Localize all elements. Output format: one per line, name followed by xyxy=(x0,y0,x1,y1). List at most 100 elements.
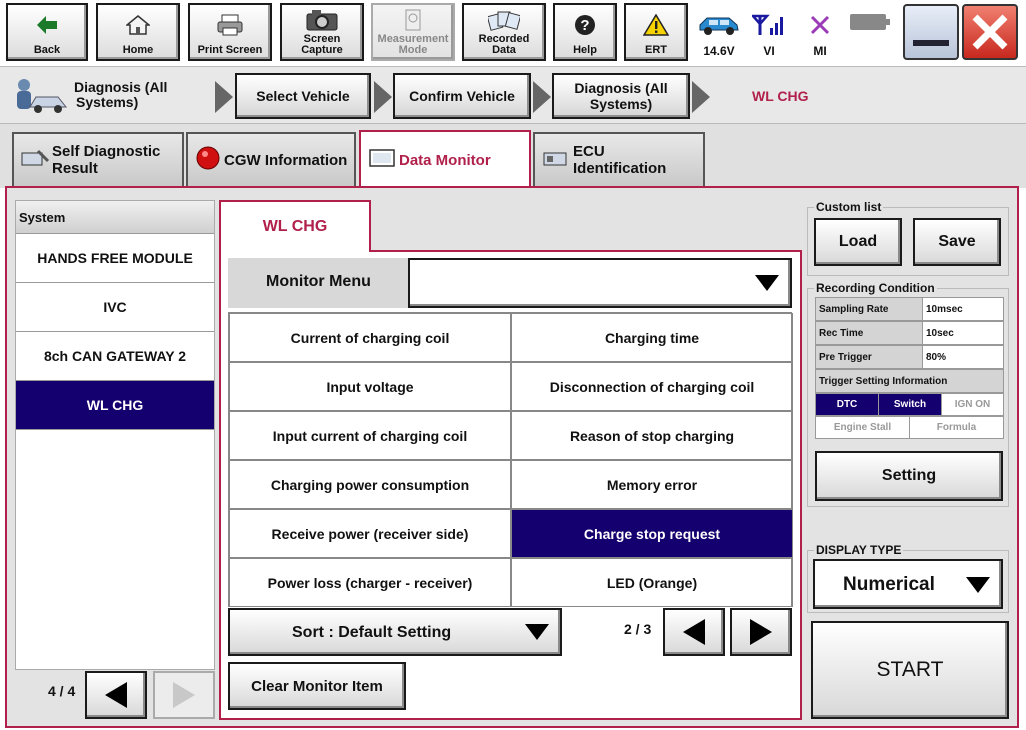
system-page-indicator: 4 / 4 xyxy=(48,683,76,699)
home-button[interactable]: Home xyxy=(96,3,180,61)
mechanic-car-icon xyxy=(8,77,68,117)
diagnosis-all-systems-button[interactable]: Diagnosis (All Systems) xyxy=(552,73,690,119)
display-type-select[interactable]: Numerical xyxy=(813,559,1003,609)
system-tab-wl-chg[interactable]: WL CHG xyxy=(219,200,371,252)
system-list-header: System xyxy=(16,201,214,234)
warning-icon xyxy=(643,5,669,45)
trigger-engine-stall: Engine Stall xyxy=(815,416,910,439)
monitor-item[interactable]: Charging time xyxy=(511,313,793,362)
tab-self-diagnostic-label-1: Self Diagnostic xyxy=(52,143,161,160)
monitor-item[interactable]: Reason of stop charging xyxy=(511,411,793,460)
monitor-item-label: Current of charging coil xyxy=(290,329,450,346)
trigger-setting-info-label: Trigger Setting Information xyxy=(815,369,1004,393)
monitor-item-label: Receive power (receiver side) xyxy=(271,525,469,542)
trigger-formula: Formula xyxy=(909,416,1004,439)
triangle-left-icon xyxy=(683,619,705,645)
recorded-data-button[interactable]: Recorded Data xyxy=(462,3,546,61)
monitor-menu-row: Monitor Menu xyxy=(228,258,792,308)
battery-voltage-status: 14.6V xyxy=(694,6,744,58)
print-screen-button[interactable]: Print Screen xyxy=(188,3,272,61)
ert-label: ERT xyxy=(645,44,667,56)
monitor-menu-select[interactable] xyxy=(408,258,792,308)
close-icon xyxy=(972,14,1008,50)
load-button[interactable]: Load xyxy=(814,218,902,266)
start-label: START xyxy=(876,658,944,681)
recording-condition-label: Recording Condition xyxy=(816,281,935,295)
back-button[interactable]: Back xyxy=(6,3,88,61)
minimize-button[interactable] xyxy=(903,4,959,60)
custom-list-label: Custom list xyxy=(816,200,882,214)
item-prev-page-button[interactable] xyxy=(663,608,725,656)
home-label: Home xyxy=(122,44,154,56)
breadcrumb-root-line-2: Systems) xyxy=(76,94,139,110)
breadcrumb-root[interactable]: Diagnosis (All Systems) xyxy=(74,80,167,110)
system-list: System HANDS FREE MODULE IVC 8ch CAN GAT… xyxy=(15,200,215,670)
recorded-data-icon xyxy=(488,5,520,34)
diagnosis-all-label-2: Systems) xyxy=(589,96,653,112)
tab-data-monitor-label: Data Monitor xyxy=(399,151,491,169)
help-label: Help xyxy=(573,44,597,56)
ecu-icon xyxy=(541,147,571,173)
system-item-label: WL CHG xyxy=(86,397,144,413)
battery-voltage-value: 14.6V xyxy=(703,44,735,58)
monitor-item[interactable]: LED (Orange) xyxy=(511,558,793,607)
item-next-page-button[interactable] xyxy=(730,608,792,656)
system-item-ivc[interactable]: IVC xyxy=(16,283,214,332)
tab-cgw-information-label: CGW Information xyxy=(224,151,348,169)
mi-label: MI xyxy=(813,44,827,58)
display-type-label: DISPLAY TYPE xyxy=(816,543,902,557)
red-status-icon xyxy=(196,146,220,174)
monitor-item-label: Charging time xyxy=(604,329,700,346)
tab-ecu-identification[interactable]: ECU Identification xyxy=(533,132,705,186)
monitor-item[interactable]: Disconnection of charging coil xyxy=(511,362,793,411)
print-screen-label: Print Screen xyxy=(197,44,263,56)
monitor-item-label: LED (Orange) xyxy=(606,574,698,591)
system-item-8ch-can-gateway-2[interactable]: 8ch CAN GATEWAY 2 xyxy=(16,332,214,381)
tab-cgw-information[interactable]: CGW Information xyxy=(186,132,356,186)
monitor-item-grid: Current of charging coil Charging time I… xyxy=(228,312,793,607)
main-toolbar: Back Home Print Screen Screen Capture Me… xyxy=(0,0,1026,66)
monitor-icon xyxy=(369,148,395,172)
item-page-indicator: 2 / 3 xyxy=(624,621,652,637)
breadcrumb-arrow-icon xyxy=(692,81,710,113)
screen-capture-button[interactable]: Screen Capture xyxy=(280,3,364,61)
system-next-page-button[interactable] xyxy=(153,671,215,719)
save-button[interactable]: Save xyxy=(913,218,1001,266)
close-button[interactable] xyxy=(962,4,1018,60)
confirm-vehicle-button[interactable]: Confirm Vehicle xyxy=(393,73,531,119)
setting-button[interactable]: Setting xyxy=(815,451,1003,501)
breadcrumb: Diagnosis (All Systems) Select Vehicle C… xyxy=(0,66,1026,124)
setting-label: Setting xyxy=(881,467,937,484)
monitor-item[interactable]: Input voltage xyxy=(229,362,511,411)
measurement-mode-label-2: Mode xyxy=(398,44,428,56)
camera-icon xyxy=(306,5,338,34)
help-button[interactable]: ? Help xyxy=(553,3,617,61)
system-item-label: 8ch CAN GATEWAY 2 xyxy=(43,348,187,364)
back-label: Back xyxy=(33,44,61,56)
trigger-switch: Switch xyxy=(878,393,942,416)
measurement-mode-button[interactable]: Measurement Mode xyxy=(371,3,455,61)
mi-status: MI xyxy=(795,6,845,58)
tab-self-diagnostic-result[interactable]: Self Diagnostic Result xyxy=(12,132,184,186)
monitor-item[interactable]: Input current of charging coil xyxy=(229,411,511,460)
start-button[interactable]: START xyxy=(811,621,1009,719)
monitor-item[interactable]: Memory error xyxy=(511,460,793,509)
system-item-hands-free-module[interactable]: HANDS FREE MODULE xyxy=(16,234,214,283)
system-item-wl-chg[interactable]: WL CHG xyxy=(16,381,214,430)
monitor-item[interactable]: Receive power (receiver side) xyxy=(229,509,511,558)
monitor-item[interactable]: Current of charging coil xyxy=(229,313,511,362)
monitor-item[interactable]: Power loss (charger - receiver) xyxy=(229,558,511,607)
recorded-data-label-2: Data xyxy=(492,44,516,56)
monitor-item[interactable]: Charging power consumption xyxy=(229,460,511,509)
confirm-vehicle-label: Confirm Vehicle xyxy=(409,88,515,104)
select-vehicle-button[interactable]: Select Vehicle xyxy=(235,73,371,119)
ert-button[interactable]: ERT xyxy=(624,3,688,61)
pre-trigger-value: 80% xyxy=(922,345,1004,369)
clear-monitor-item-button[interactable]: Clear Monitor Item xyxy=(228,662,406,710)
monitor-item-selected[interactable]: Charge stop request xyxy=(511,509,793,558)
sort-dropdown[interactable]: Sort : Default Setting xyxy=(228,608,562,656)
tab-bar: Self Diagnostic Result CGW Information D… xyxy=(0,124,1026,188)
tab-data-monitor[interactable]: Data Monitor xyxy=(359,130,531,188)
system-prev-page-button[interactable] xyxy=(85,671,147,719)
tab-ecu-label-2: Identification xyxy=(573,160,667,177)
